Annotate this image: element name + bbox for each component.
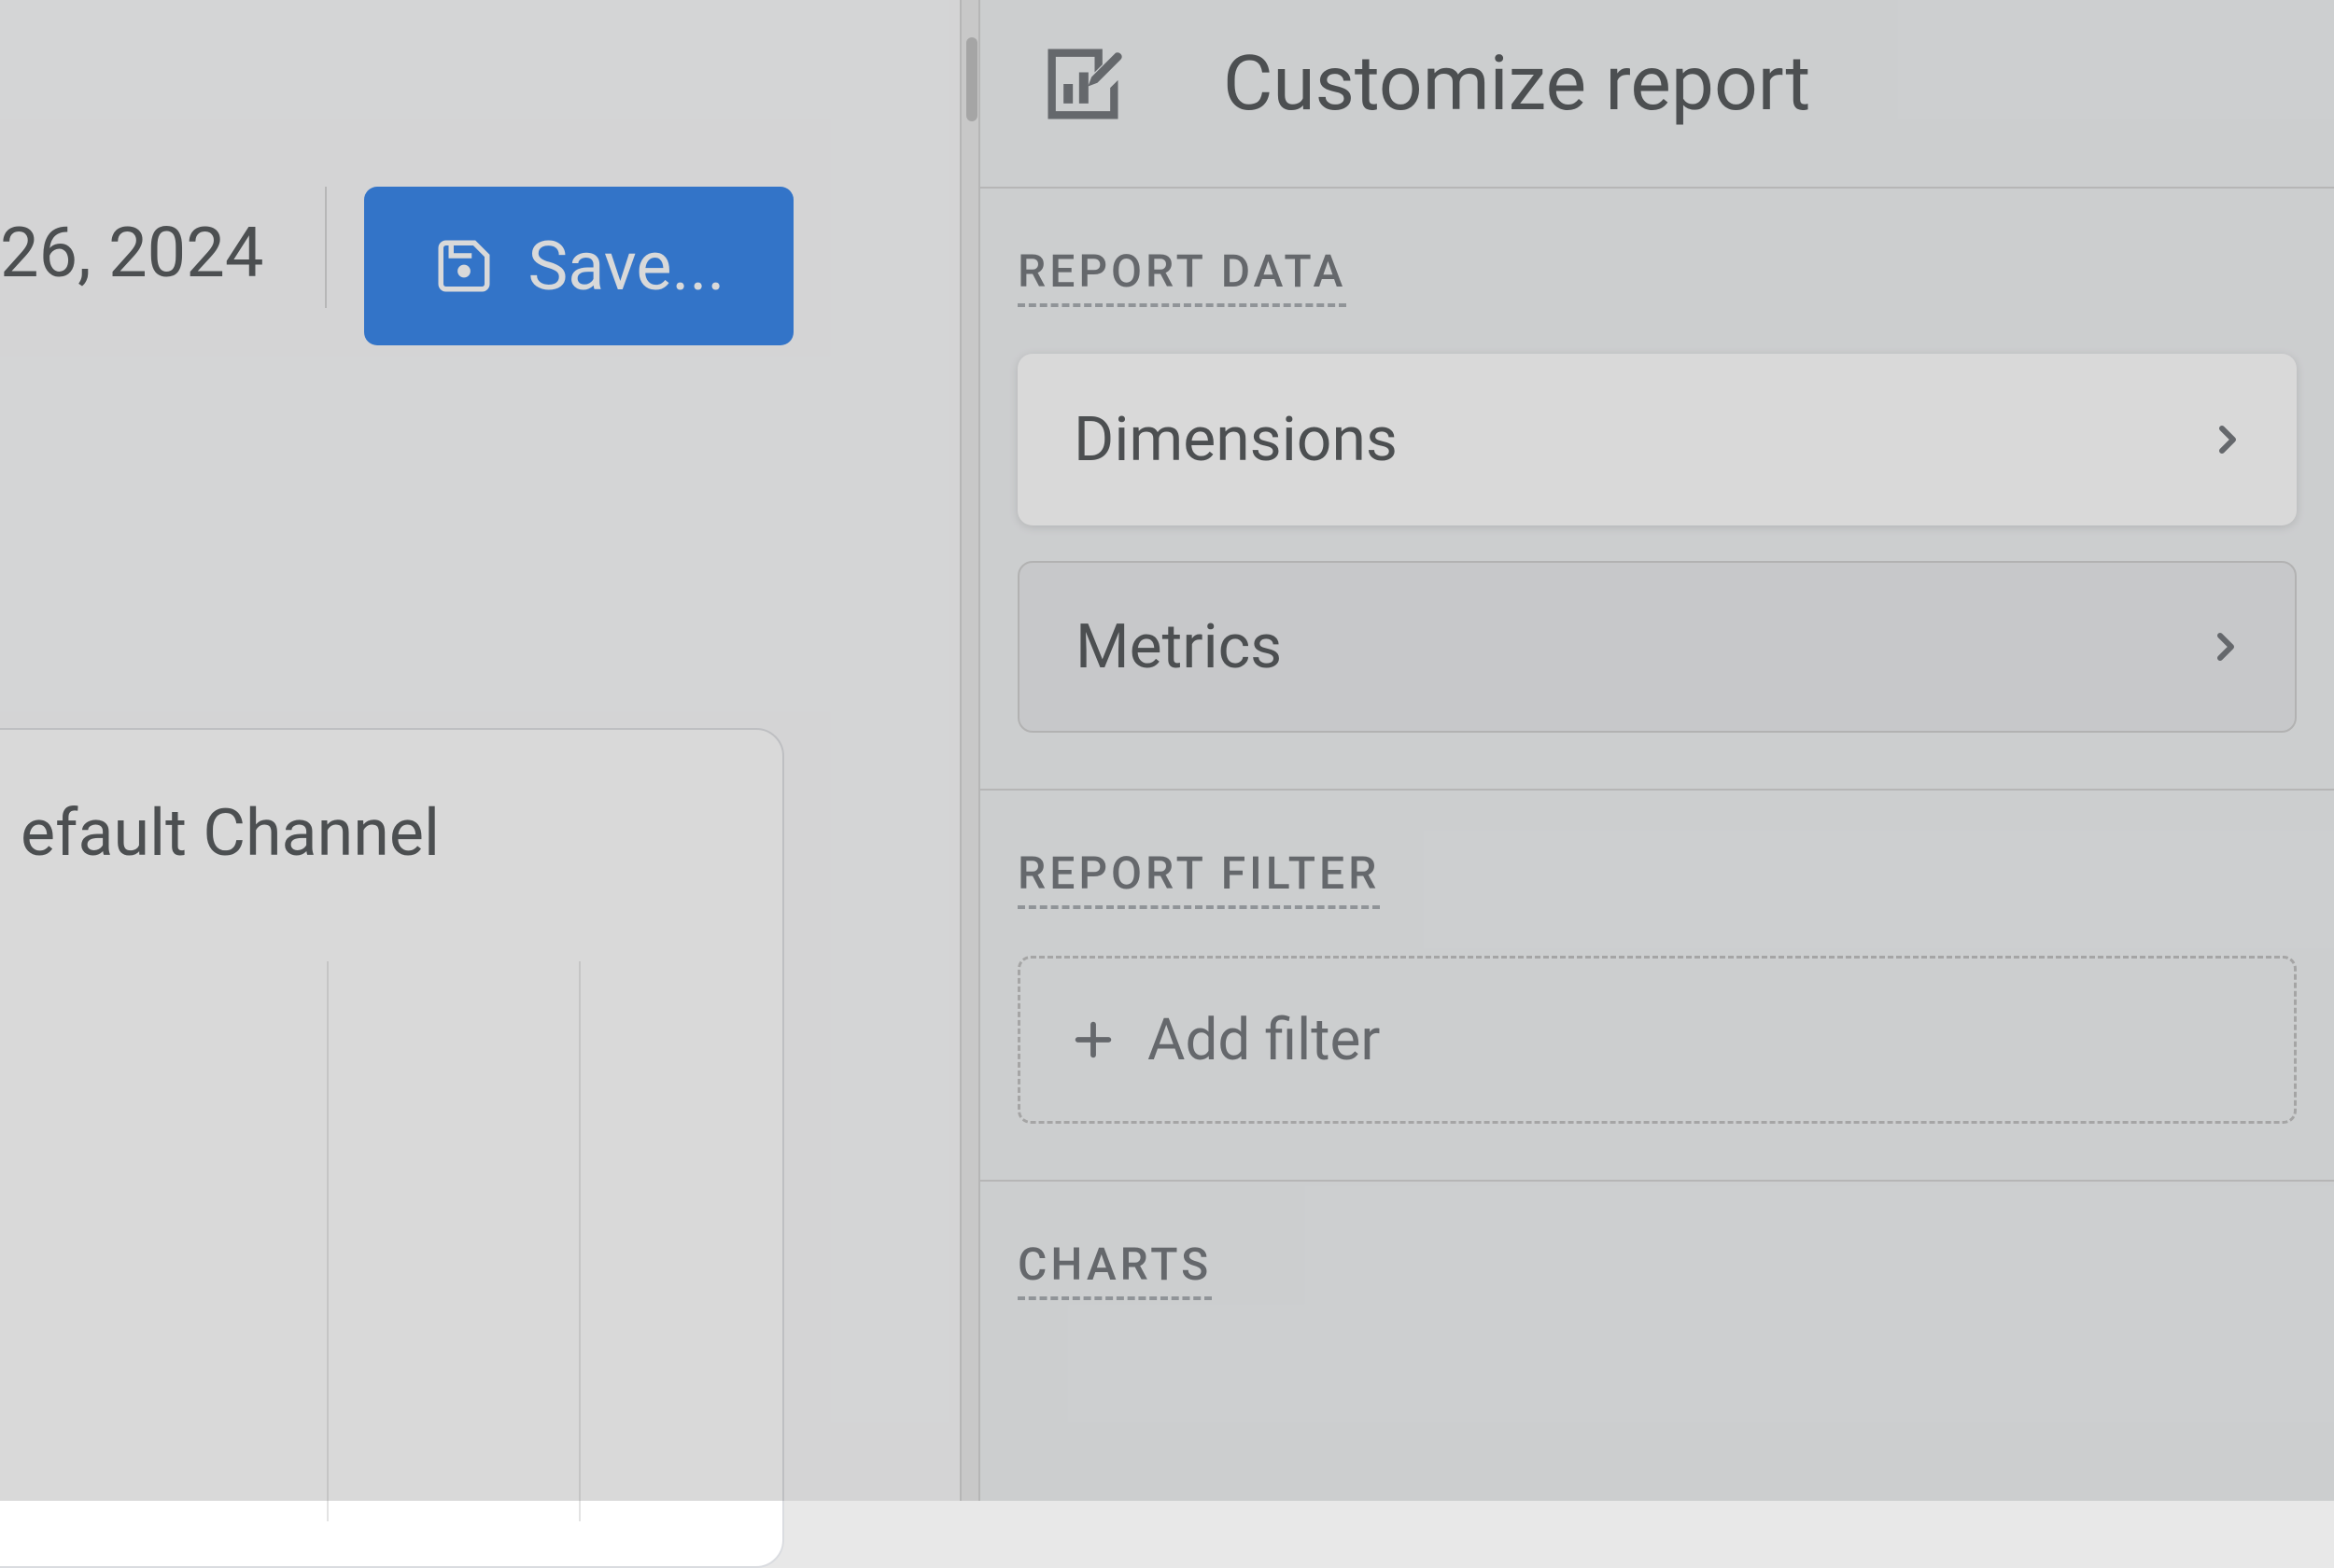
grid-line [579,961,581,1521]
section-charts: CHARTS [980,1182,2334,1403]
scrollbar-thumb[interactable] [966,37,977,121]
dimensions-row[interactable]: Dimensions [1018,354,2297,525]
divider [325,187,327,308]
section-report-data: REPORT DATA Dimensions Metrics [980,189,2334,791]
panel-title: Customize report [1223,39,1810,129]
save-button-label: Save... [528,227,725,306]
add-filter-button[interactable]: Add filter [1018,956,2297,1124]
panel-header: Customize report [980,0,2334,189]
customize-report-panel: Customize report REPORT DATA Dimensions … [980,0,2334,1501]
dimensions-label: Dimensions [1074,404,1398,476]
metrics-label: Metrics [1076,611,1282,683]
chevron-right-icon [2205,417,2250,462]
report-background: 26, 2024 Save... efault Channel [0,0,962,1501]
grid-line [327,961,329,1521]
section-label-report-filter: REPORT FILTER [1018,847,1380,909]
scrollbar-track[interactable] [960,0,980,1501]
section-label-report-data: REPORT DATA [1018,245,1346,307]
section-report-filter: REPORT FILTER Add filter [980,791,2334,1182]
save-button[interactable]: Save... [364,187,794,345]
chart-card: efault Channel [0,728,784,1568]
plus-icon [1067,1014,1119,1066]
date-range-fragment: 26, 2024 [0,213,263,294]
chevron-right-icon [2203,624,2248,669]
metrics-row[interactable]: Metrics [1018,561,2297,733]
section-label-charts: CHARTS [1018,1238,1212,1300]
chart-card-title-fragment: efault Channel [21,795,440,872]
save-icon [433,235,495,297]
add-filter-label: Add filter [1147,1006,1380,1074]
customize-report-icon [1036,37,1130,131]
